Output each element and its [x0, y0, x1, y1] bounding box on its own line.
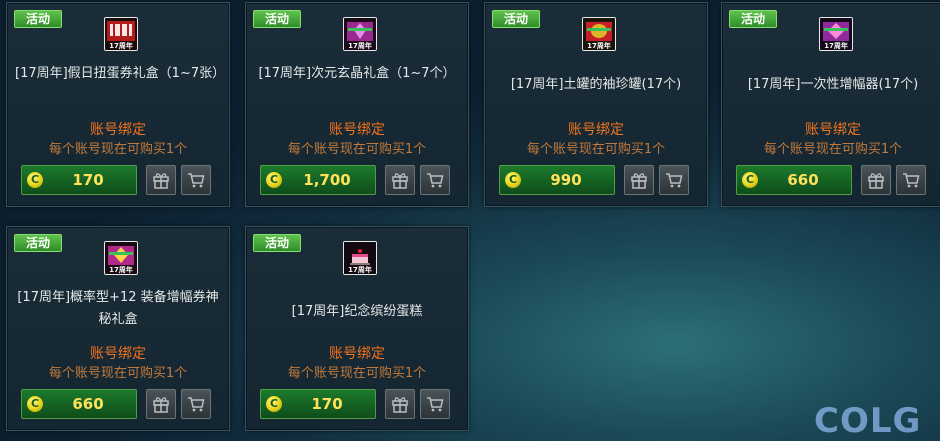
cart-icon — [188, 173, 205, 188]
shop-item-card[interactable]: 活动 17周年 [17周年]假日扭蛋券礼盒（1~7张） 账号绑定 每个账号现在可… — [6, 2, 230, 207]
item-title: [17周年]一次性增幅器(17个) — [747, 77, 919, 92]
purchase-limit-label: 每个账号现在可购买1个 — [287, 366, 427, 381]
price-amount: 1,700 — [303, 171, 351, 189]
gift-icon — [153, 173, 169, 189]
item-title: [17周年]概率型+12 装备增幅券神秘礼盒 — [17, 290, 219, 327]
item-title: [17周年]次元玄晶礼盒（1~7个） — [258, 66, 456, 81]
icon-label: 17周年 — [824, 41, 848, 50]
buy-price-button[interactable]: C 660 — [736, 165, 852, 195]
shop-item-card[interactable]: 活动 17周年 [17周年]次元玄晶礼盒（1~7个） 账号绑定 每个账号现在可购… — [245, 2, 469, 207]
item-title: [17周年]纪念缤纷蛋糕 — [291, 304, 423, 319]
svg-text:COLG: COLG — [814, 401, 921, 438]
cart-button[interactable] — [181, 165, 211, 195]
cera-coin-icon: C — [27, 172, 43, 188]
amplifier-icon[interactable]: 17周年 — [819, 17, 853, 51]
cart-icon — [903, 173, 920, 188]
icon-label: 17周年 — [348, 265, 372, 274]
purchase-limit-label: 每个账号现在可购买1个 — [763, 142, 903, 157]
price-amount: 660 — [787, 171, 819, 189]
purchase-limit-label: 每个账号现在可购买1个 — [48, 142, 188, 157]
cera-coin-icon: C — [505, 172, 521, 188]
event-badge: 活动 — [253, 10, 301, 28]
shop-item-card[interactable]: 活动 17周年 [17周年]概率型+12 装备增幅券神秘礼盒 账号绑定 每个账号… — [6, 226, 230, 431]
event-badge: 活动 — [729, 10, 777, 28]
buy-price-button[interactable]: C 660 — [21, 389, 137, 419]
gacha-ticket-box-icon[interactable]: 17周年 — [104, 17, 138, 51]
event-badge: 活动 — [492, 10, 540, 28]
price-amount: 170 — [311, 395, 343, 413]
gift-button[interactable] — [146, 389, 176, 419]
price-amount: 660 — [72, 395, 104, 413]
shop-item-card[interactable]: 活动 17周年 [17周年]一次性增幅器(17个) 账号绑定 每个账号现在可购买… — [721, 2, 940, 207]
gift-button[interactable] — [146, 165, 176, 195]
cera-coin-icon: C — [742, 172, 758, 188]
cart-icon — [188, 397, 205, 412]
mystery-box-icon[interactable]: 17周年 — [104, 241, 138, 275]
account-bound-label: 账号绑定 — [568, 122, 624, 138]
cera-coin-icon: C — [27, 396, 43, 412]
event-badge: 活动 — [14, 10, 62, 28]
cake-icon[interactable]: 17周年 — [343, 241, 377, 275]
icon-label: 17周年 — [348, 41, 372, 50]
account-bound-label: 账号绑定 — [329, 122, 385, 138]
gift-icon — [631, 173, 647, 189]
icon-label: 17周年 — [587, 41, 611, 50]
cart-icon — [427, 397, 444, 412]
icon-label: 17周年 — [109, 265, 133, 274]
gift-icon — [868, 173, 884, 189]
cart-button[interactable] — [896, 165, 926, 195]
crystal-box-icon[interactable]: 17周年 — [343, 17, 377, 51]
cart-button[interactable] — [420, 165, 450, 195]
price-amount: 990 — [550, 171, 582, 189]
purchase-limit-label: 每个账号现在可购买1个 — [48, 366, 188, 381]
buy-price-button[interactable]: C 170 — [21, 165, 137, 195]
purchase-limit-label: 每个账号现在可购买1个 — [526, 142, 666, 157]
gift-button[interactable] — [385, 165, 415, 195]
buy-price-button[interactable]: C 1,700 — [260, 165, 376, 195]
buy-price-button[interactable]: C 170 — [260, 389, 376, 419]
item-title: [17周年]土罐的袖珍罐(17个) — [510, 77, 682, 92]
buy-price-button[interactable]: C 990 — [499, 165, 615, 195]
cart-button[interactable] — [420, 389, 450, 419]
cart-icon — [427, 173, 444, 188]
purchase-limit-label: 每个账号现在可购买1个 — [287, 142, 427, 157]
shop-item-card[interactable]: 活动 17周年 [17周年]纪念缤纷蛋糕 账号绑定 每个账号现在可购买1个 C … — [245, 226, 469, 431]
cart-button[interactable] — [659, 165, 689, 195]
account-bound-label: 账号绑定 — [329, 346, 385, 362]
cera-coin-icon: C — [266, 396, 282, 412]
icon-label: 17周年 — [109, 41, 133, 50]
gift-button[interactable] — [624, 165, 654, 195]
price-amount: 170 — [72, 171, 104, 189]
shop-item-card[interactable]: 活动 17周年 [17周年]土罐的袖珍罐(17个) 账号绑定 每个账号现在可购买… — [484, 2, 708, 207]
gift-button[interactable] — [385, 389, 415, 419]
gift-icon — [392, 397, 408, 413]
event-badge: 活动 — [14, 234, 62, 252]
cart-button[interactable] — [181, 389, 211, 419]
cera-coin-icon: C — [266, 172, 282, 188]
event-badge: 活动 — [253, 234, 301, 252]
pocket-jar-icon[interactable]: 17周年 — [582, 17, 616, 51]
account-bound-label: 账号绑定 — [90, 122, 146, 138]
account-bound-label: 账号绑定 — [805, 122, 861, 138]
gift-icon — [153, 397, 169, 413]
item-title: [17周年]假日扭蛋券礼盒（1~7张） — [15, 66, 226, 81]
cart-icon — [666, 173, 683, 188]
gift-icon — [392, 173, 408, 189]
colg-watermark-logo: COLG — [814, 401, 921, 438]
account-bound-label: 账号绑定 — [90, 346, 146, 362]
gift-button[interactable] — [861, 165, 891, 195]
